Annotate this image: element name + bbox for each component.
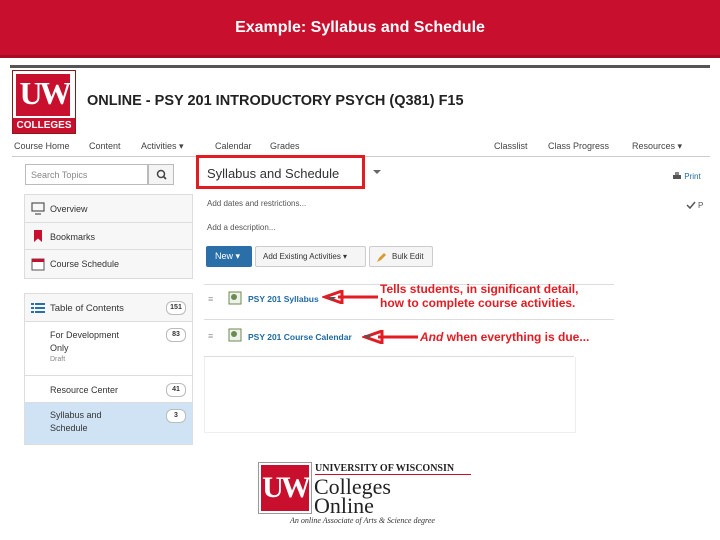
module-label: For Development xyxy=(50,330,120,340)
overview-icon xyxy=(31,202,45,215)
nav-resources[interactable]: Resources ▾ xyxy=(632,141,682,152)
nav-grades[interactable]: Grades xyxy=(270,141,300,151)
chevron-down-icon[interactable] xyxy=(327,295,337,303)
nav-content[interactable]: Content xyxy=(89,141,121,151)
sidebar-item-label: Course Schedule xyxy=(50,259,120,269)
sidebar-item-label: Bookmarks xyxy=(50,232,96,242)
sidebar-top-group: Overview Bookmarks Course Schedule xyxy=(24,194,193,279)
add-description-link[interactable]: Add a description... xyxy=(207,223,275,232)
new-button-label: New ▾ xyxy=(215,251,241,261)
sidebar-item-label: Table of Contents xyxy=(50,303,124,314)
callout-text: when everything is due... xyxy=(443,330,590,344)
chevron-down-icon[interactable] xyxy=(363,333,373,341)
module-sublabel: Only xyxy=(50,343,69,353)
new-button[interactable]: New ▾ xyxy=(206,246,252,267)
nav-classlist[interactable]: Classlist xyxy=(494,141,528,151)
sidebar-item-label: Overview xyxy=(50,204,88,214)
sidebar-item-bookmarks[interactable]: Bookmarks xyxy=(25,223,192,250)
nav-class-progress[interactable]: Class Progress xyxy=(548,141,609,151)
slide-title: Example: Syllabus and Schedule xyxy=(235,19,485,36)
topic-label[interactable]: PSY 201 Syllabus xyxy=(248,294,319,304)
drag-handle-icon[interactable]: ≡ xyxy=(208,331,213,341)
footer-logo-letters: UW xyxy=(261,465,311,511)
footer-university: UNIVERSITY OF WISCONSIN xyxy=(315,463,455,474)
nav-calendar[interactable]: Calendar xyxy=(215,141,252,151)
print-label: Print xyxy=(684,172,701,181)
web-page-icon xyxy=(228,328,242,342)
bookmark-icon xyxy=(34,230,42,242)
bulk-edit-icon xyxy=(377,253,386,262)
logo-letters: UW xyxy=(19,75,71,111)
published-label: P xyxy=(698,201,704,210)
module-label: Resource Center xyxy=(50,385,119,395)
sidebar-item-course-schedule[interactable]: Course Schedule xyxy=(25,250,192,278)
module-status: Draft xyxy=(50,356,66,363)
module-count-badge: 41 xyxy=(166,383,186,397)
bulk-edit-button[interactable]: Bulk Edit xyxy=(369,246,433,267)
bulk-edit-label: Bulk Edit xyxy=(392,252,424,261)
footer-uw-logo: UW xyxy=(258,462,312,514)
course-title: ONLINE - PSY 201 INTRODUCTORY PSYCH (Q38… xyxy=(87,93,464,109)
empty-content-area xyxy=(204,357,576,433)
callout-syllabus: Tells students, in significant detail, h… xyxy=(380,282,578,310)
print-button[interactable]: Print xyxy=(672,172,701,181)
logo-caption: COLLEGES xyxy=(13,118,75,133)
topic-row-course-calendar[interactable]: ≡ PSY 201 Course Calendar xyxy=(204,322,384,352)
sidebar-module-resource-center[interactable]: Resource Center 41 xyxy=(25,376,192,403)
drag-handle-icon[interactable]: ≡ xyxy=(208,294,213,304)
sidebar-module-for-development[interactable]: For Development Only Draft 83 xyxy=(25,322,192,376)
add-dates-link[interactable]: Add dates and restrictions... xyxy=(207,199,306,208)
search-button[interactable] xyxy=(148,164,174,185)
callout-line: Tells students, in significant detail, xyxy=(380,282,579,296)
toc-count-badge: 151 xyxy=(166,301,186,315)
sidebar-toc-group: Table of Contents 151 For Development On… xyxy=(24,293,193,445)
nav-course-home[interactable]: Course Home xyxy=(14,141,70,151)
add-existing-label: Add Existing Activities ▾ xyxy=(263,252,348,261)
callout-line: how to complete course activities. xyxy=(380,296,576,310)
callout-calendar: And when everything is due... xyxy=(420,330,589,344)
footer-word-online: Online xyxy=(314,493,374,518)
footer-tagline: An online Associate of Arts & Science de… xyxy=(290,516,435,525)
uw-colleges-logo[interactable]: UW COLLEGES xyxy=(12,70,76,134)
sidebar-module-syllabus-and-schedule[interactable]: Syllabus and Schedule 3 xyxy=(25,403,192,444)
nav-activities[interactable]: Activities ▾ xyxy=(141,141,184,152)
module-count-badge: 3 xyxy=(166,409,186,423)
callout-emphasis: And xyxy=(420,330,444,344)
topic-label[interactable]: PSY 201 Course Calendar xyxy=(248,332,352,342)
search-topics-input[interactable]: Search Topics xyxy=(25,164,148,185)
checkmark-icon xyxy=(686,201,696,209)
module-count-badge: 83 xyxy=(166,328,186,342)
sidebar-item-overview[interactable]: Overview xyxy=(25,195,192,223)
calendar-icon xyxy=(31,258,45,271)
add-existing-activities-button[interactable]: Add Existing Activities ▾ xyxy=(255,246,366,267)
chevron-down-icon[interactable] xyxy=(372,168,382,176)
divider xyxy=(204,319,614,320)
highlight-box xyxy=(196,155,365,189)
printer-icon xyxy=(673,172,681,180)
module-label: Syllabus and xyxy=(50,410,102,420)
list-icon xyxy=(31,303,45,313)
search-icon xyxy=(156,169,167,180)
web-page-icon xyxy=(228,291,242,305)
sidebar-item-table-of-contents[interactable]: Table of Contents 151 xyxy=(25,294,192,322)
module-sublabel: Schedule xyxy=(50,423,88,433)
